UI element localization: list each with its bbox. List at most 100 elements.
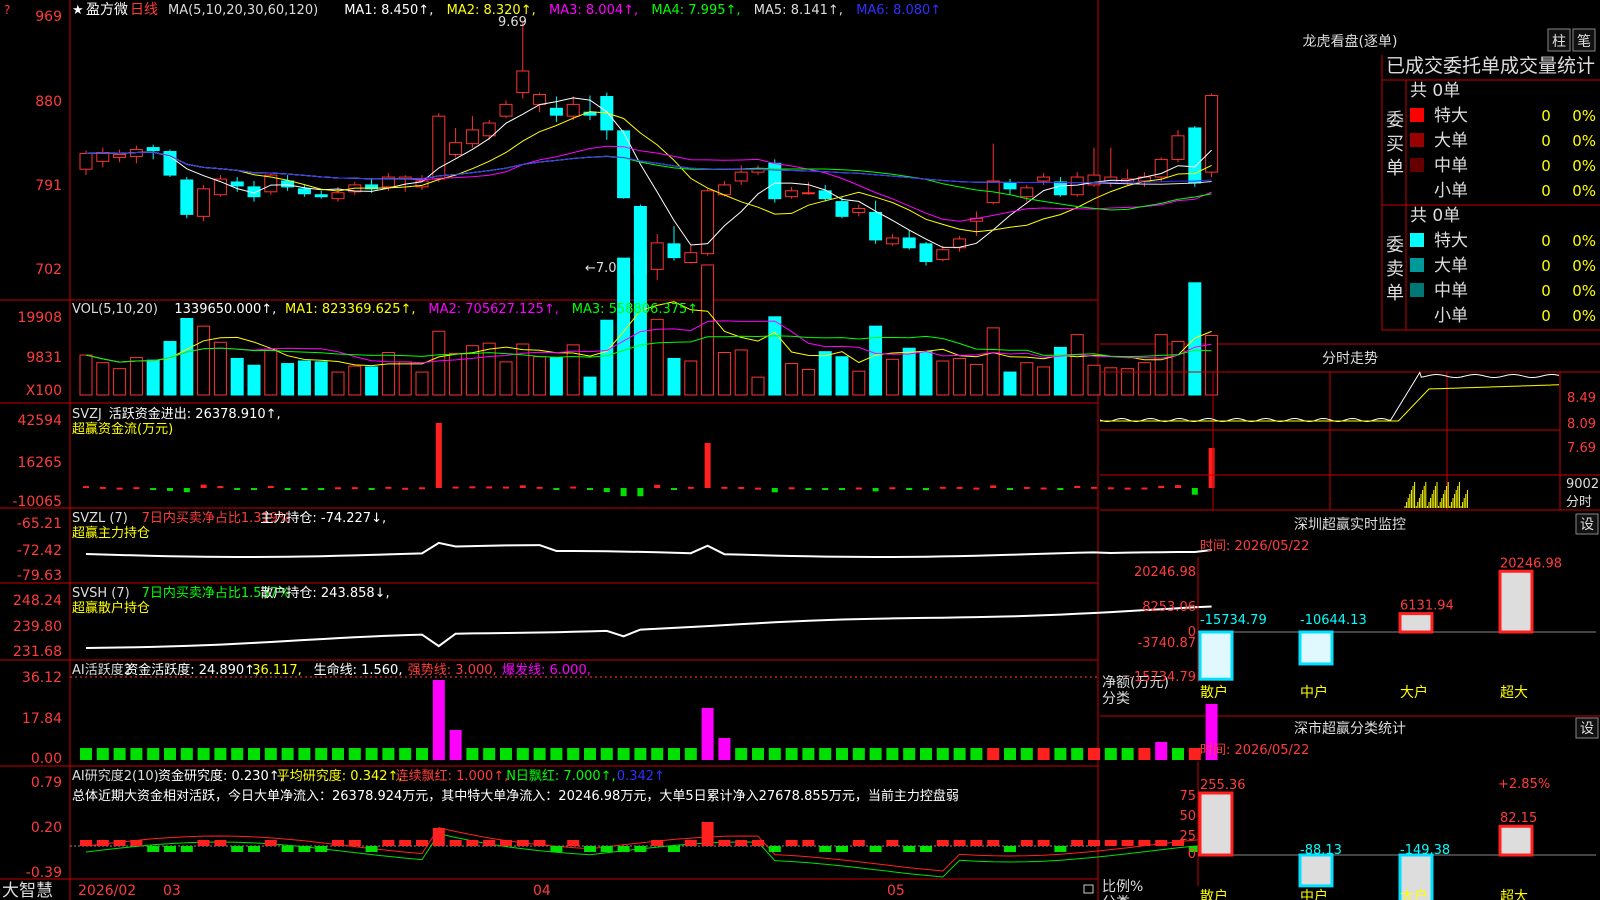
kline-panel[interactable]: 9.69←7.02 bbox=[79, 15, 1219, 284]
svzj-bar bbox=[755, 487, 761, 490]
ai-bar bbox=[533, 748, 546, 760]
volume-bar bbox=[297, 360, 311, 396]
order-pct: 0% bbox=[1572, 282, 1596, 300]
svzl-tick: -72.42 bbox=[17, 543, 62, 559]
ai-bar bbox=[567, 748, 580, 760]
candle-body bbox=[432, 115, 446, 180]
volume-bar bbox=[566, 344, 580, 396]
candle-body bbox=[1053, 181, 1067, 196]
svzj-bar bbox=[637, 488, 644, 497]
legend-item: MA1: 8.450↑, bbox=[344, 3, 433, 18]
candle-body bbox=[1070, 176, 1084, 196]
stock-chart-window: 9.69←7.02 969 880 791 702 19908 9831 X100 42594… bbox=[0, 0, 1600, 900]
candle-body bbox=[230, 181, 244, 187]
ai-bar bbox=[264, 748, 277, 760]
volume-bar bbox=[919, 351, 933, 396]
ai-activity-panel[interactable] bbox=[70, 676, 1218, 760]
candle-body bbox=[885, 237, 899, 245]
volume-bar bbox=[415, 371, 429, 396]
ai-bar bbox=[819, 748, 832, 760]
svzj-bar bbox=[167, 488, 173, 491]
kline-tick: 702 bbox=[35, 262, 62, 278]
period-label[interactable]: 日线 bbox=[130, 2, 158, 18]
order-count: 0 bbox=[1541, 232, 1551, 250]
svzl-tick: -79.63 bbox=[17, 568, 62, 584]
research-bar bbox=[164, 846, 176, 852]
star-icon[interactable]: ★ bbox=[72, 3, 84, 18]
volume-bar bbox=[801, 369, 815, 396]
fenshi-vol-name: 分时 bbox=[1566, 495, 1592, 510]
svzj-bar bbox=[267, 485, 274, 488]
ai-bar bbox=[281, 748, 294, 760]
volume-panel[interactable] bbox=[79, 251, 1219, 396]
volume-bar bbox=[650, 318, 664, 396]
research-bar bbox=[1071, 840, 1084, 846]
ai-bar bbox=[248, 748, 260, 760]
order-row-label: 小单 bbox=[1434, 181, 1468, 201]
svzj-bar bbox=[587, 488, 593, 490]
order-pct: 0% bbox=[1572, 232, 1596, 250]
ai-bar bbox=[197, 748, 210, 760]
classify-value: 255.36 bbox=[1200, 778, 1246, 793]
candle-body bbox=[801, 192, 815, 195]
svzj-bar bbox=[1107, 487, 1114, 490]
candle-body bbox=[146, 147, 160, 152]
svzj-bar bbox=[654, 484, 661, 488]
date-tick-1: 2026/02 bbox=[78, 883, 136, 899]
legend-item: SVSH (7) bbox=[72, 586, 130, 601]
research-bar bbox=[180, 846, 193, 852]
svzl-panel[interactable] bbox=[85, 541, 1212, 558]
classify-category: 散户 bbox=[1200, 888, 1228, 900]
volume-bar bbox=[818, 351, 832, 396]
svzj-bar bbox=[956, 486, 963, 489]
research-bar bbox=[987, 840, 1000, 846]
research-bar bbox=[1104, 840, 1117, 846]
research-bar bbox=[785, 840, 798, 846]
volume-bar bbox=[146, 359, 160, 396]
legend-item: MA(5,10,20,30,60,120) bbox=[168, 3, 318, 18]
svzj-panel[interactable] bbox=[83, 423, 1215, 497]
monitor-value: -15734.79 bbox=[1200, 613, 1267, 628]
research-bar bbox=[1138, 840, 1151, 846]
svzj-tick: 16265 bbox=[17, 455, 62, 471]
ai-bar bbox=[1037, 748, 1050, 760]
question-icon[interactable]: ? bbox=[4, 3, 10, 17]
ai-bar bbox=[315, 748, 328, 760]
lock-icon[interactable] bbox=[1083, 884, 1094, 894]
ai-bar bbox=[399, 748, 412, 760]
classify-ytick: 50 bbox=[1179, 809, 1196, 824]
research-bar bbox=[735, 840, 748, 846]
svzj-bar bbox=[1074, 485, 1081, 488]
candle-body bbox=[1003, 182, 1017, 190]
candle-body bbox=[449, 142, 463, 155]
app-logo: 大智慧 bbox=[2, 881, 53, 900]
monitor-ytick: -15734.79 bbox=[1129, 670, 1196, 685]
research-tick: 0.79 bbox=[31, 775, 62, 791]
kline-tick: 880 bbox=[35, 94, 62, 110]
classify-ytick: 75 bbox=[1179, 789, 1196, 804]
volume-bar bbox=[684, 360, 698, 396]
svsh-panel[interactable] bbox=[85, 605, 1212, 649]
order-row-label: 特大 bbox=[1434, 231, 1468, 251]
volume-bar bbox=[1003, 371, 1017, 396]
candle-body bbox=[96, 152, 110, 162]
ai-bar bbox=[231, 748, 244, 760]
research-bar bbox=[500, 840, 512, 846]
ai-bar bbox=[668, 748, 680, 760]
classify-category: 中户 bbox=[1300, 888, 1328, 900]
volume-bar bbox=[533, 356, 547, 396]
ai-bar bbox=[1020, 748, 1033, 760]
order-count: 0 bbox=[1541, 157, 1551, 175]
research-bar bbox=[281, 846, 294, 852]
svzj-bar bbox=[771, 488, 778, 493]
svzj-bar bbox=[738, 486, 745, 489]
ai-research-panel[interactable] bbox=[70, 822, 1218, 878]
volume-bar bbox=[902, 347, 916, 396]
svzj-bar bbox=[536, 486, 543, 489]
legend-item: 资金研究度: 0.230↑, bbox=[158, 768, 284, 784]
ai-bar bbox=[869, 748, 882, 760]
monitor-settings-label: 设 bbox=[1580, 517, 1594, 533]
ai-bar bbox=[1088, 748, 1100, 760]
candle-body bbox=[1020, 187, 1034, 198]
svzj-tick: -10065 bbox=[12, 494, 62, 510]
